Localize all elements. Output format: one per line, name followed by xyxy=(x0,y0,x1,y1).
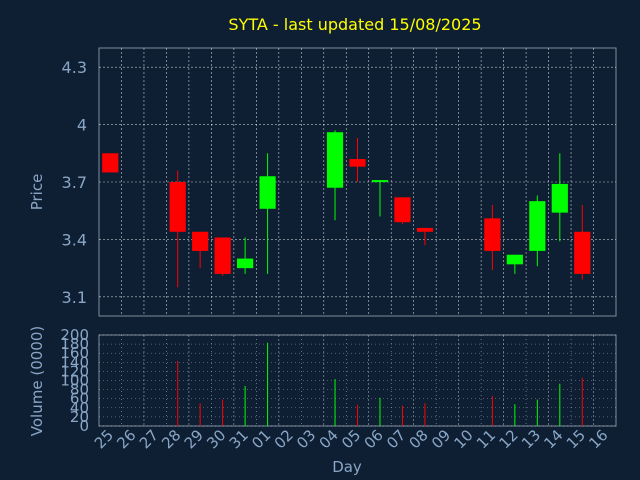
candle-body xyxy=(237,258,254,269)
x-axis-ticks: 2526272829303101020304050607080910111213… xyxy=(91,426,612,452)
candle-body xyxy=(506,254,523,265)
candle-body xyxy=(484,218,501,251)
candle-body xyxy=(529,201,546,251)
price-tick-label: 3.4 xyxy=(62,230,87,249)
candle-body xyxy=(326,132,344,188)
candle-body xyxy=(416,227,434,232)
candle-body xyxy=(349,159,366,167)
stock-chart: SYTA - last updated 15/08/2025 Price Vol… xyxy=(28,15,617,476)
price-panel: 4.3 4 3.7 3.4 3.1 xyxy=(62,47,617,317)
volume-axis-label: Volume (0000) xyxy=(28,326,46,436)
candle-body xyxy=(214,237,231,274)
candle-body xyxy=(102,153,119,173)
chart-title: SYTA - last updated 15/08/2025 xyxy=(228,15,481,34)
price-tick-label: 4.3 xyxy=(62,58,87,77)
candle-body xyxy=(371,180,389,183)
candle-body xyxy=(259,176,276,209)
price-axis-label: Price xyxy=(28,174,46,211)
candle-body xyxy=(169,182,186,232)
volume-tick-label: 0 xyxy=(79,417,89,435)
candle-body xyxy=(574,231,591,274)
candle-body xyxy=(192,231,209,251)
price-tick-label: 4 xyxy=(77,116,87,135)
candle-body xyxy=(394,197,411,223)
volume-panel: 200180160140120100806040200 xyxy=(60,326,617,435)
x-tick-label: 16 xyxy=(585,426,611,452)
day-axis-label: Day xyxy=(332,458,362,476)
candle-body xyxy=(551,183,568,213)
price-tick-label: 3.1 xyxy=(62,288,87,307)
price-tick-label: 3.7 xyxy=(62,173,87,192)
